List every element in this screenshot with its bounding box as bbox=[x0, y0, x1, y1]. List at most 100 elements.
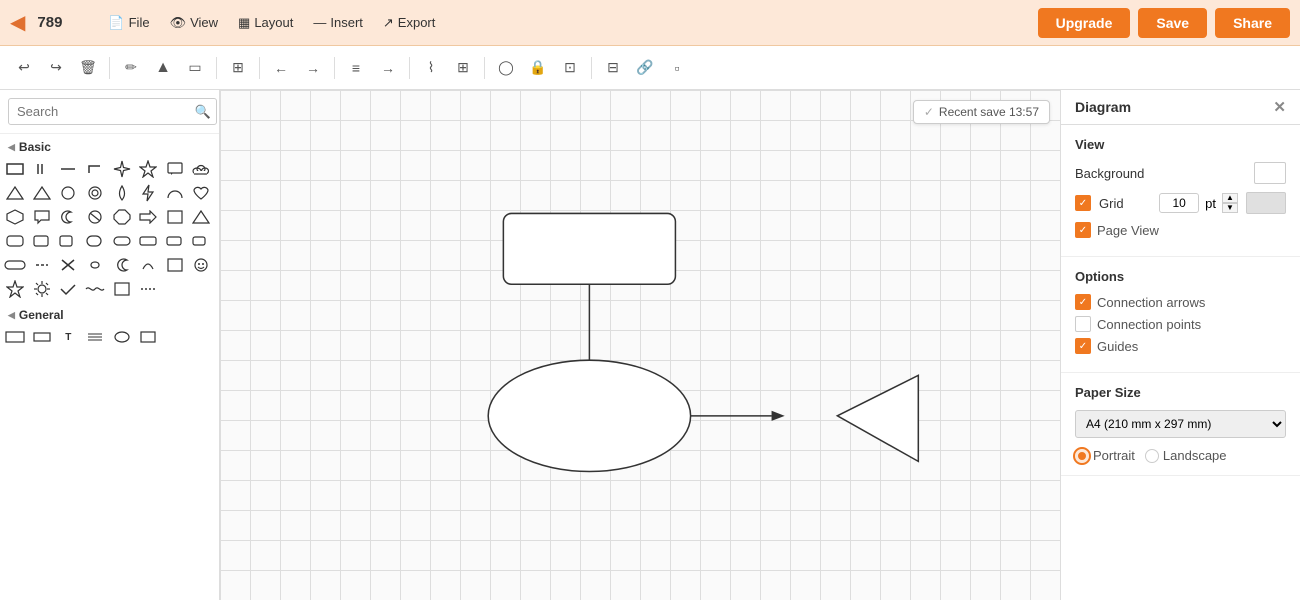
gen-shape-lines[interactable] bbox=[84, 326, 106, 348]
group-button[interactable]: ⊞ bbox=[449, 54, 477, 82]
shape-rr1[interactable] bbox=[4, 230, 26, 252]
portrait-option[interactable]: Portrait bbox=[1075, 448, 1135, 463]
shape-arch[interactable] bbox=[164, 182, 186, 204]
grid-color-swatch[interactable] bbox=[1246, 192, 1286, 214]
sidebar-resize-handle[interactable] bbox=[220, 90, 223, 600]
grid-button[interactable]: ⊞ bbox=[224, 54, 252, 82]
shape-bullseye[interactable] bbox=[84, 182, 106, 204]
shape-hexagon[interactable] bbox=[4, 206, 26, 228]
delete-button[interactable]: 🗑 bbox=[74, 54, 102, 82]
grid-value-input[interactable] bbox=[1159, 193, 1199, 213]
shape-complex1[interactable] bbox=[84, 254, 106, 276]
frame-button[interactable]: ⊡ bbox=[556, 54, 584, 82]
shape-check[interactable] bbox=[57, 278, 79, 300]
nav-view[interactable]: 👁 View bbox=[162, 11, 226, 35]
landscape-option[interactable]: Landscape bbox=[1145, 448, 1227, 463]
shape-4star[interactable] bbox=[111, 158, 133, 180]
snap-button[interactable]: ⊟ bbox=[599, 54, 627, 82]
arrow-end-button[interactable]: → bbox=[374, 54, 402, 82]
gen-shape-rect3[interactable] bbox=[137, 326, 159, 348]
grid-checkbox[interactable]: ✓ bbox=[1075, 195, 1091, 211]
nav-layout[interactable]: ▦ Layout bbox=[230, 11, 301, 35]
pencil-button[interactable]: ✏ bbox=[117, 54, 145, 82]
connection-arrows-checkbox[interactable]: ✓ bbox=[1075, 294, 1091, 310]
shape-hline[interactable] bbox=[57, 158, 79, 180]
shape-star[interactable] bbox=[137, 158, 159, 180]
undo-button[interactable]: ↩ bbox=[10, 54, 38, 82]
shape-corner[interactable] bbox=[84, 158, 106, 180]
nav-insert[interactable]: — Insert bbox=[305, 11, 371, 34]
shape-speech[interactable] bbox=[31, 206, 53, 228]
grid-increment-button[interactable]: ▲ bbox=[1222, 193, 1238, 203]
clear-button[interactable]: ◯ bbox=[492, 54, 520, 82]
shape-rr4[interactable] bbox=[84, 230, 106, 252]
shape-triangle2[interactable] bbox=[31, 182, 53, 204]
link-button[interactable]: 🔗 bbox=[631, 54, 659, 82]
shape-button[interactable]: ▭ bbox=[181, 54, 209, 82]
shape-circle[interactable] bbox=[57, 182, 79, 204]
shape-crescent2[interactable] bbox=[111, 254, 133, 276]
diagram-triangle[interactable] bbox=[837, 375, 918, 461]
arrow-left-button[interactable]: ← bbox=[267, 54, 295, 82]
shape-rr2[interactable] bbox=[31, 230, 53, 252]
shape-rr8[interactable] bbox=[190, 230, 212, 252]
shape-lightning[interactable] bbox=[137, 182, 159, 204]
shape-triangle3[interactable] bbox=[190, 206, 212, 228]
arrow-right-button[interactable]: → bbox=[299, 54, 327, 82]
shape-dash[interactable] bbox=[31, 254, 53, 276]
redo-button[interactable]: ↪ bbox=[42, 54, 70, 82]
shape-wave[interactable] bbox=[84, 278, 106, 300]
diagram-canvas[interactable] bbox=[220, 90, 1060, 600]
shape-rr7[interactable] bbox=[164, 230, 186, 252]
shape-square3[interactable] bbox=[164, 254, 186, 276]
shape-no[interactable] bbox=[84, 206, 106, 228]
gen-shape-ellipse[interactable] bbox=[111, 326, 133, 348]
share-button[interactable]: Share bbox=[1215, 8, 1290, 38]
shape-arrow-right[interactable] bbox=[137, 206, 159, 228]
shape-rect[interactable] bbox=[4, 158, 26, 180]
gen-shape-rect2[interactable] bbox=[31, 326, 53, 348]
shape-cloud[interactable] bbox=[190, 158, 212, 180]
upgrade-button[interactable]: Upgrade bbox=[1038, 8, 1131, 38]
shape-octagon[interactable] bbox=[111, 206, 133, 228]
nav-export[interactable]: ↗ Export bbox=[375, 11, 443, 35]
connection-points-checkbox[interactable] bbox=[1075, 316, 1091, 332]
canvas-area[interactable]: ✓ Recent save 13:57 bbox=[220, 90, 1060, 600]
gen-shape-text[interactable]: T bbox=[57, 326, 79, 348]
back-button[interactable]: ◀ bbox=[10, 10, 25, 35]
shape-sunburst[interactable] bbox=[31, 278, 53, 300]
shape-triangle[interactable] bbox=[4, 182, 26, 204]
search-input[interactable] bbox=[8, 98, 217, 125]
guides-checkbox[interactable]: ✓ bbox=[1075, 338, 1091, 354]
panel-close-button[interactable]: ✕ bbox=[1273, 98, 1286, 116]
save-button[interactable]: Save bbox=[1138, 8, 1207, 38]
shape-crescent[interactable] bbox=[57, 206, 79, 228]
shape-square4[interactable] bbox=[111, 278, 133, 300]
diagram-rect[interactable] bbox=[503, 213, 675, 284]
portrait-radio[interactable] bbox=[1075, 449, 1089, 463]
paper-size-select[interactable]: A4 (210 mm x 297 mm) A3 (297 mm x 420 mm… bbox=[1075, 410, 1286, 438]
shape-rr6[interactable] bbox=[137, 230, 159, 252]
diagram-ellipse[interactable] bbox=[488, 360, 690, 471]
shape-dash2[interactable] bbox=[137, 278, 159, 300]
lock-button[interactable]: 🔒 bbox=[524, 54, 552, 82]
grid-decrement-button[interactable]: ▼ bbox=[1222, 203, 1238, 213]
shape-pill[interactable] bbox=[4, 254, 26, 276]
page-view-checkbox[interactable]: ✓ bbox=[1075, 222, 1091, 238]
shape-rr5[interactable] bbox=[111, 230, 133, 252]
curve-button[interactable]: ⌇ bbox=[417, 54, 445, 82]
background-color-picker[interactable] bbox=[1254, 162, 1286, 184]
landscape-radio[interactable] bbox=[1145, 449, 1159, 463]
shape-vline[interactable] bbox=[31, 158, 53, 180]
shape-rr3[interactable] bbox=[57, 230, 79, 252]
shape-drop[interactable] bbox=[111, 182, 133, 204]
gen-shape-rect[interactable] bbox=[4, 326, 26, 348]
shape-callout-box[interactable] bbox=[164, 158, 186, 180]
shape-arc2[interactable] bbox=[137, 254, 159, 276]
shape-x[interactable] bbox=[57, 254, 79, 276]
shape-heart[interactable] bbox=[190, 182, 212, 204]
fill-button[interactable]: ▲ bbox=[149, 54, 177, 82]
align-button[interactable]: ≡ bbox=[342, 54, 370, 82]
shape-smiley[interactable] bbox=[190, 254, 212, 276]
nav-file[interactable]: 📄 File bbox=[100, 11, 157, 35]
